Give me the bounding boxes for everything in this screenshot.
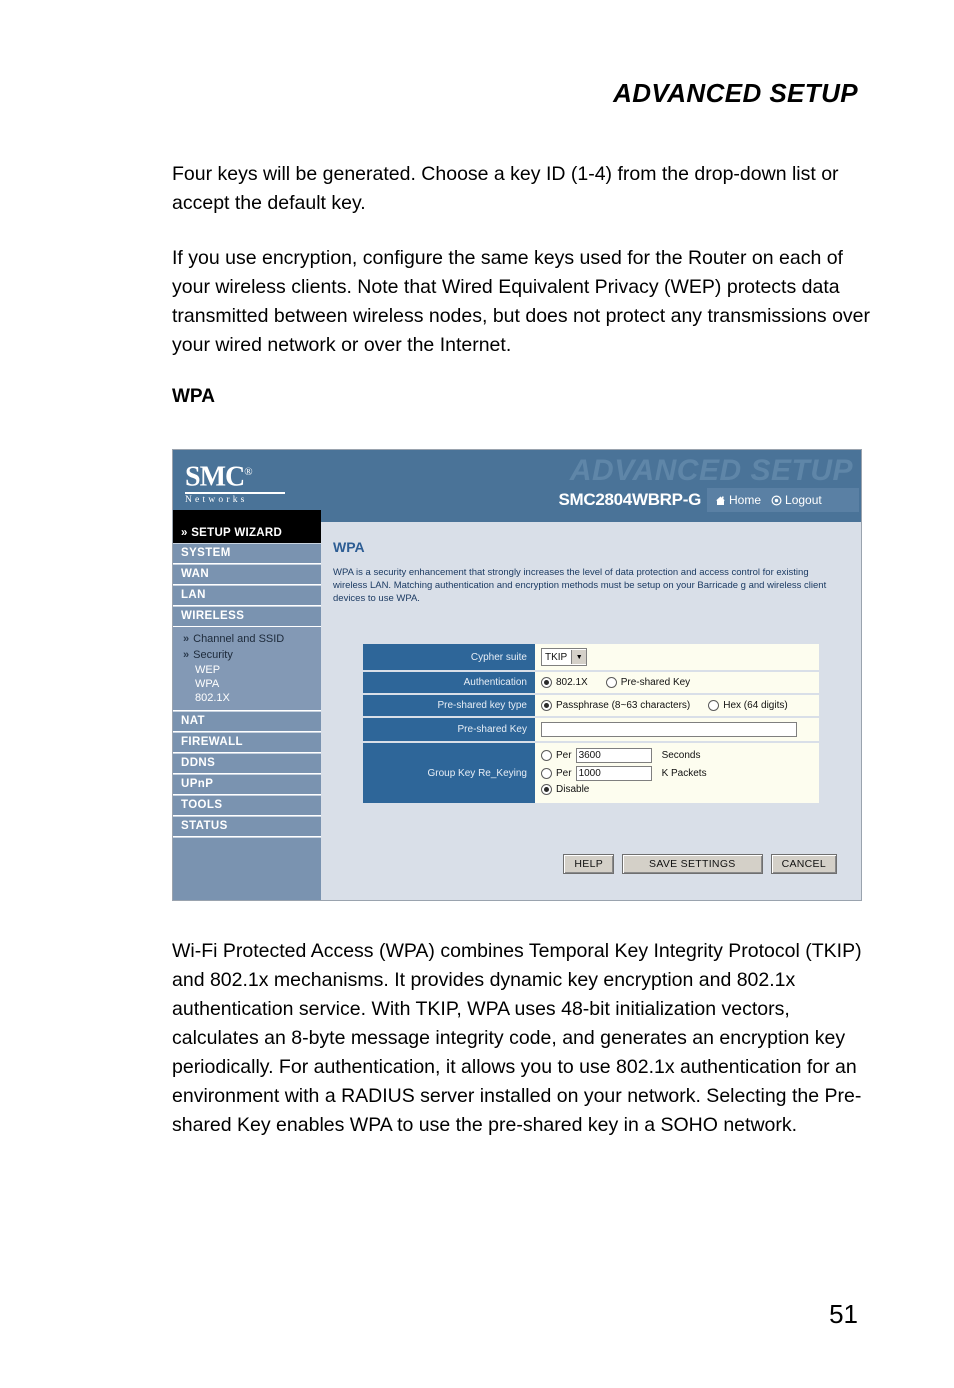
sidebar-item-system[interactable]: SYSTEM	[173, 543, 321, 564]
form-row-cypher-suite: Cypher suite TKIP ▼	[363, 644, 819, 670]
label-preshared-key-type: Pre-shared key type	[363, 695, 535, 716]
router-ui-screenshot: ADVANCED SETUP SMC® Networks SMC2804WBRP…	[172, 449, 862, 901]
chevron-down-icon: ▼	[571, 650, 587, 664]
radio-keytype-hex[interactable]: Hex (64 digits)	[708, 700, 788, 711]
help-button[interactable]: HELP	[563, 854, 615, 874]
sidebar-item-lan[interactable]: LAN	[173, 585, 321, 606]
field-preshared-key-type: Passphrase (8~63 characters) Hex (64 dig…	[535, 695, 819, 716]
radio-keytype-passphrase[interactable]: Passphrase (8~63 characters)	[541, 700, 690, 711]
rekey-option-seconds[interactable]: Per 3600 Seconds	[541, 748, 819, 763]
logo-rule	[185, 492, 285, 495]
form-button-bar: HELP SAVE SETTINGS CANCEL	[563, 854, 837, 874]
radio-indicator	[541, 768, 552, 779]
logout-label: Logout	[785, 493, 822, 507]
rekey-packets-input[interactable]: 1000	[575, 766, 652, 781]
logo-brand: SMC	[185, 461, 245, 493]
field-group-key-rekeying: Per 3600 Seconds Per 1000 K Packets Disa…	[535, 743, 819, 803]
document-body-lower: Wi-Fi Protected Access (WPA) combines Te…	[172, 937, 872, 1166]
paragraph-encryption: If you use encryption, configure the sam…	[172, 247, 871, 356]
rekey-packets-unit: K Packets	[661, 768, 707, 779]
logo-registered-mark: ®	[244, 466, 252, 478]
sidebar-item-wireless[interactable]: WIRELESS	[173, 606, 321, 627]
page-running-head: ADVANCED SETUP	[613, 78, 858, 108]
field-authentication: 802.1X Pre-shared Key	[535, 672, 819, 693]
radio-auth-preshared-key-label: Pre-shared Key	[620, 677, 691, 688]
rekey-disable-label: Disable	[556, 784, 590, 795]
logo-brand-text: SMC®	[185, 458, 293, 491]
label-cypher-suite: Cypher suite	[363, 644, 535, 670]
section-subhead-wpa: WPA	[172, 386, 215, 407]
sidebar-item-wan[interactable]: WAN	[173, 564, 321, 585]
form-row-group-key-rekeying: Group Key Re_Keying Per 3600 Seconds Per…	[363, 743, 819, 803]
device-model-label: SMC2804WBRP-G	[558, 490, 701, 509]
home-icon	[715, 495, 726, 506]
chevron-right-icon: »	[183, 633, 190, 645]
pane-title: WPA	[333, 539, 365, 555]
form-row-authentication: Authentication 802.1X Pre-shared Key	[363, 672, 819, 693]
radio-indicator	[541, 700, 552, 711]
preshared-key-input[interactable]	[541, 722, 797, 737]
page-number: 51	[829, 1299, 858, 1329]
radio-indicator	[541, 784, 552, 795]
chevron-right-icon: »	[183, 649, 190, 661]
paragraph-wpa-description: Wi-Fi Protected Access (WPA) combines Te…	[172, 940, 862, 1136]
label-preshared-key: Pre-shared Key	[363, 718, 535, 741]
radio-auth-preshared-key[interactable]: Pre-shared Key	[605, 677, 691, 688]
form-row-preshared-key-type: Pre-shared key type Passphrase (8~63 cha…	[363, 695, 819, 716]
radio-keytype-hex-label: Hex (64 digits)	[723, 700, 788, 711]
rekey-option-packets[interactable]: Per 1000 K Packets	[541, 766, 819, 781]
field-cypher-suite: TKIP ▼	[535, 644, 819, 670]
sidebar-subitem-channel-and-ssid-label: Channel and SSID	[193, 633, 285, 645]
sidebar-leaf-8021x[interactable]: 802.1X	[173, 691, 321, 705]
radio-keytype-passphrase-label: Passphrase (8~63 characters)	[556, 700, 691, 711]
sidebar-subitem-security[interactable]: » Security	[173, 647, 321, 663]
save-settings-button[interactable]: SAVE SETTINGS	[622, 854, 763, 874]
rekey-option-disable[interactable]: Disable	[541, 784, 819, 795]
label-group-key-rekeying: Group Key Re_Keying	[363, 743, 535, 803]
home-button[interactable]: Home	[715, 493, 761, 507]
sidebar-submenu-wireless: » Channel and SSID » Security WEP WPA 802.…	[173, 627, 321, 711]
radio-indicator	[605, 677, 617, 688]
label-authentication: Authentication	[363, 672, 535, 693]
radio-indicator	[541, 750, 552, 761]
sidebar-item-setup-wizard[interactable]: » SETUP WIZARD	[173, 522, 321, 543]
rekey-packets-per-label: Per	[556, 768, 572, 779]
form-row-preshared-key: Pre-shared Key	[363, 718, 819, 741]
sidebar-subitem-channel-and-ssid[interactable]: » Channel and SSID	[173, 631, 321, 647]
logout-icon	[771, 494, 782, 506]
logo-subtitle: Networks	[185, 495, 248, 506]
radio-indicator	[541, 677, 552, 688]
radio-auth-8021x-label: 802.1X	[556, 677, 588, 688]
ui-sidebar: » SETUP WIZARD SYSTEM WAN LAN WIRELESS »…	[173, 522, 321, 900]
sidebar-item-firewall[interactable]: FIREWALL	[173, 732, 321, 753]
sidebar-leaf-wpa[interactable]: WPA	[173, 677, 321, 691]
rekey-seconds-per-label: Per	[556, 750, 572, 761]
rekey-seconds-unit: Seconds	[661, 750, 701, 761]
home-label: Home	[729, 493, 762, 507]
field-preshared-key	[535, 718, 819, 741]
document-body: Four keys will be generated. Choose a ke…	[172, 160, 872, 420]
sidebar-leaf-wep[interactable]: WEP	[173, 663, 321, 677]
sidebar-item-tools[interactable]: TOOLS	[173, 795, 321, 816]
pane-description: WPA is a security enhancement that stron…	[333, 567, 827, 604]
sidebar-item-upnp[interactable]: UPnP	[173, 774, 321, 795]
ui-content-pane: WPA WPA is a security enhancement that s…	[321, 522, 861, 900]
wpa-settings-form: Cypher suite TKIP ▼ Authentication 802.1…	[363, 644, 819, 805]
banner-nav-buttons: Home Logout	[707, 488, 859, 512]
logout-button[interactable]: Logout	[771, 493, 822, 507]
cypher-suite-selected-value: TKIP	[545, 651, 568, 663]
paragraph-four-keys: Four keys will be generated. Choose a ke…	[172, 163, 839, 214]
sidebar-item-nat[interactable]: NAT	[173, 711, 321, 732]
sidebar-subitem-security-label: Security	[193, 649, 233, 661]
sidebar-item-ddns[interactable]: DDNS	[173, 753, 321, 774]
banner-ghost-title: ADVANCED SETUP	[569, 454, 853, 487]
rekey-seconds-input[interactable]: 3600	[575, 748, 652, 763]
smc-logo: SMC® Networks	[185, 458, 293, 505]
radio-indicator	[708, 700, 720, 711]
cypher-suite-select[interactable]: TKIP ▼	[541, 648, 588, 666]
cancel-button[interactable]: CANCEL	[770, 854, 837, 874]
sidebar-filler	[173, 837, 321, 864]
sidebar-item-status[interactable]: STATUS	[173, 816, 321, 837]
radio-auth-8021x[interactable]: 802.1X	[541, 677, 588, 688]
